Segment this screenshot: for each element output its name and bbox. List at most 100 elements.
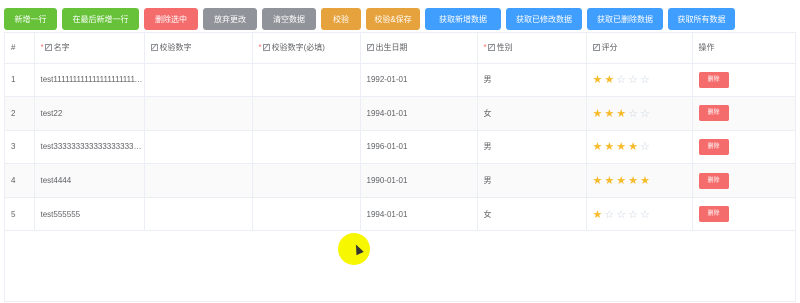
star-empty-icon[interactable]: ☆	[640, 209, 652, 221]
get-inserted-button[interactable]: 获取新增数据	[425, 8, 501, 30]
data-grid: # * 名字 校验数字 * 校验数字(必填) 出生日期 * 性别 评分 操作 1 te…	[4, 32, 796, 302]
required-mark: *	[258, 43, 262, 53]
col-header-rating[interactable]: 评分	[586, 33, 693, 64]
cell-name[interactable]: test22	[34, 96, 145, 131]
star-rating[interactable]: ★☆☆☆☆	[593, 209, 652, 221]
cell-num[interactable]	[144, 96, 253, 131]
cell-rating[interactable]: ★★★☆☆	[586, 96, 693, 131]
star-rating[interactable]: ★★★★☆	[593, 141, 652, 153]
star-rating[interactable]: ★★★☆☆	[593, 108, 652, 120]
table-row[interactable]: 3 test3333333333333333333333 1996-01-01 …	[5, 130, 795, 165]
star-empty-icon[interactable]: ☆	[628, 108, 640, 120]
cell-sex[interactable]: 女	[477, 197, 587, 232]
cell-num-required[interactable]	[252, 130, 361, 165]
edit-icon	[262, 44, 270, 52]
cell-num-required[interactable]	[252, 163, 361, 198]
star-empty-icon[interactable]: ☆	[616, 74, 628, 86]
delete-row-button[interactable]: 删除	[698, 71, 729, 88]
delete-row-button[interactable]: 删除	[698, 206, 729, 223]
cell-birth[interactable]: 1994-01-01	[360, 197, 478, 232]
table-row[interactable]: 4 test4444 1990-01-01 男 ★★★★★ 删除	[5, 163, 795, 198]
validate-button[interactable]: 校验	[321, 8, 361, 30]
delete-row-button[interactable]: 删除	[698, 105, 729, 122]
star-filled-icon[interactable]: ★	[593, 108, 605, 120]
cell-rating[interactable]: ★★☆☆☆	[586, 63, 693, 98]
table-row[interactable]: 5 test555555 1994-01-01 女 ★☆☆☆☆ 删除	[5, 197, 795, 232]
table-row[interactable]: 1 test111111111111111111111111 1992-01-0…	[5, 63, 795, 98]
edit-icon	[44, 44, 52, 52]
cell-num[interactable]	[144, 197, 253, 232]
star-rating[interactable]: ★★★★★	[593, 175, 652, 187]
col-header-sex[interactable]: * 性别	[477, 33, 587, 64]
delete-row-button[interactable]: 删除	[698, 172, 729, 189]
add-row-button[interactable]: 新增一行	[4, 8, 57, 30]
cell-actions: 删除	[692, 96, 795, 131]
star-filled-icon[interactable]: ★	[628, 141, 640, 153]
star-empty-icon[interactable]: ☆	[640, 74, 652, 86]
get-all-button[interactable]: 获取所有数据	[668, 8, 735, 30]
cell-sex[interactable]: 男	[477, 63, 587, 98]
cell-num-required[interactable]	[252, 96, 361, 131]
col-header-num-required[interactable]: * 校验数字(必填)	[252, 33, 361, 64]
cell-birth[interactable]: 1990-01-01	[360, 163, 478, 198]
star-empty-icon[interactable]: ☆	[628, 209, 640, 221]
cell-num-required[interactable]	[252, 197, 361, 232]
star-filled-icon[interactable]: ★	[616, 175, 628, 187]
star-filled-icon[interactable]: ★	[593, 141, 605, 153]
star-empty-icon[interactable]: ☆	[628, 74, 640, 86]
required-mark: *	[40, 43, 44, 53]
col-header-num[interactable]: 校验数字	[144, 33, 253, 64]
cell-name[interactable]: test555555	[34, 197, 145, 232]
star-filled-icon[interactable]: ★	[616, 141, 628, 153]
get-removed-button[interactable]: 获取已删除数据	[587, 8, 663, 30]
star-empty-icon[interactable]: ☆	[616, 209, 628, 221]
star-filled-icon[interactable]: ★	[604, 141, 616, 153]
table-row[interactable]: 2 test22 1994-01-01 女 ★★★☆☆ 删除	[5, 96, 795, 131]
col-header-name[interactable]: * 名字	[34, 33, 145, 64]
edit-icon	[487, 44, 495, 52]
cell-birth[interactable]: 1994-01-01	[360, 96, 478, 131]
clear-data-button[interactable]: 清空数据	[262, 8, 316, 30]
cell-rating[interactable]: ★★★★☆	[586, 130, 693, 165]
star-filled-icon[interactable]: ★	[616, 108, 628, 120]
cell-actions: 删除	[692, 130, 795, 165]
validate-save-button[interactable]: 校验&保存	[366, 8, 420, 30]
star-filled-icon[interactable]: ★	[640, 175, 652, 187]
get-updated-button[interactable]: 获取已修改数据	[506, 8, 582, 30]
star-filled-icon[interactable]: ★	[604, 175, 616, 187]
cell-num-required[interactable]	[252, 63, 361, 98]
cell-index: 2	[5, 96, 35, 131]
cell-name[interactable]: test4444	[34, 163, 145, 198]
cell-num[interactable]	[144, 163, 253, 198]
table-header-row: # * 名字 校验数字 * 校验数字(必填) 出生日期 * 性别 评分 操作	[5, 33, 795, 64]
star-rating[interactable]: ★★☆☆☆	[593, 74, 652, 86]
star-filled-icon[interactable]: ★	[604, 108, 616, 120]
star-filled-icon[interactable]: ★	[604, 74, 616, 86]
delete-row-button[interactable]: 删除	[698, 138, 729, 155]
cell-sex[interactable]: 男	[477, 163, 587, 198]
star-empty-icon[interactable]: ☆	[604, 209, 616, 221]
cell-birth[interactable]: 1992-01-01	[360, 63, 478, 98]
cell-birth[interactable]: 1996-01-01	[360, 130, 478, 165]
delete-selected-button[interactable]: 删除选中	[144, 8, 198, 30]
edit-icon	[366, 44, 374, 52]
cell-sex[interactable]: 男	[477, 130, 587, 165]
cell-num[interactable]	[144, 130, 253, 165]
discard-changes-button[interactable]: 放弃更改	[203, 8, 257, 30]
cell-num[interactable]	[144, 63, 253, 98]
cell-name[interactable]: test3333333333333333333333	[34, 130, 145, 165]
cell-rating[interactable]: ★☆☆☆☆	[586, 197, 693, 232]
star-filled-icon[interactable]: ★	[593, 175, 605, 187]
star-filled-icon[interactable]: ★	[593, 74, 605, 86]
cell-name[interactable]: test111111111111111111111111	[34, 63, 145, 98]
star-empty-icon[interactable]: ☆	[640, 108, 652, 120]
col-header-birth[interactable]: 出生日期	[360, 33, 478, 64]
cell-sex[interactable]: 女	[477, 96, 587, 131]
add-row-last-button[interactable]: 在最后新增一行	[62, 8, 139, 30]
cell-rating[interactable]: ★★★★★	[586, 163, 693, 198]
cell-index: 3	[5, 130, 35, 165]
star-filled-icon[interactable]: ★	[628, 175, 640, 187]
star-empty-icon[interactable]: ☆	[640, 141, 652, 153]
star-filled-icon[interactable]: ★	[593, 209, 605, 221]
cell-actions: 删除	[692, 197, 795, 232]
